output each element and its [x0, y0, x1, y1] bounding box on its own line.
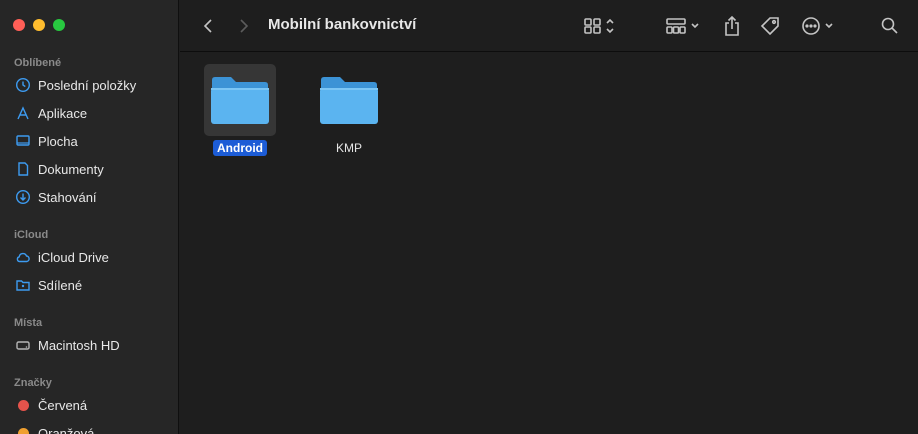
shared-folder-icon	[14, 276, 32, 294]
sidebar-item-tag-orange[interactable]: Oranžová	[14, 422, 174, 434]
clock-icon	[14, 76, 32, 94]
download-icon	[14, 188, 32, 206]
share-button[interactable]	[720, 14, 744, 38]
sidebar-item-downloads[interactable]: Stahování	[14, 186, 174, 208]
sidebar-item-label: iCloud Drive	[38, 249, 109, 265]
sidebar-item-label: Dokumenty	[38, 161, 104, 177]
search-button[interactable]	[878, 14, 902, 38]
apps-icon	[14, 104, 32, 122]
back-button[interactable]	[198, 14, 220, 38]
tag-red-dot	[14, 396, 32, 414]
share-icon	[725, 15, 739, 36]
chevron-right-icon	[240, 19, 249, 33]
sidebar-item-label: Sdílené	[38, 277, 83, 293]
minimize-button[interactable]	[33, 19, 45, 31]
window-controls	[13, 19, 65, 31]
search-icon	[881, 17, 898, 34]
close-button[interactable]	[13, 19, 25, 31]
toolbar: Mobilní bankovnictví	[180, 0, 918, 52]
sidebar-item-label: Plocha	[38, 133, 78, 149]
group-icon	[666, 18, 699, 34]
tag-button[interactable]	[758, 14, 782, 38]
folder-name: KMP	[335, 141, 362, 155]
desktop-icon	[14, 132, 32, 150]
tag-orange-dot	[14, 424, 32, 434]
grid-icon	[584, 18, 614, 34]
folder-item-kmp[interactable]: KMP	[304, 64, 394, 157]
folder-icon	[204, 64, 276, 136]
sidebar-item-label: Červená	[38, 397, 88, 413]
ellipsis-icon	[802, 17, 833, 35]
zoom-button[interactable]	[53, 19, 65, 31]
disk-icon	[14, 336, 32, 354]
section-title-favorites: Oblíbené	[14, 57, 62, 69]
section-title-tags: Značky	[14, 377, 52, 389]
cloud-icon	[14, 248, 32, 266]
sidebar-item-label: Stahování	[38, 189, 97, 205]
chevron-left-icon	[203, 19, 212, 33]
sidebar-item-label: Poslední položky	[38, 77, 137, 93]
sidebar-item-tag-red[interactable]: Červená	[14, 394, 174, 416]
sidebar-item-applications[interactable]: Aplikace	[14, 102, 174, 124]
sidebar-item-label: Aplikace	[38, 105, 88, 121]
finder-window: Oblíbené Poslední položky Aplikace Ploch…	[0, 0, 918, 434]
sidebar-item-macintosh-hd[interactable]: Macintosh HD	[14, 334, 174, 356]
sidebar-item-recents[interactable]: Poslední položky	[14, 74, 174, 96]
forward-button[interactable]	[232, 14, 254, 38]
sidebar-item-label: Oranžová	[38, 425, 95, 434]
sidebar-item-label: Macintosh HD	[38, 337, 120, 353]
folder-name: Android	[213, 140, 267, 156]
document-icon	[14, 160, 32, 178]
folder-icon	[313, 64, 385, 136]
folder-item-android[interactable]: Android	[195, 64, 285, 157]
sidebar-item-documents[interactable]: Dokumenty	[14, 158, 174, 180]
section-title-icloud: iCloud	[14, 229, 49, 241]
window-title: Mobilní bankovnictví	[268, 16, 417, 33]
tag-icon	[760, 17, 779, 36]
sidebar-item-desktop[interactable]: Plocha	[14, 130, 174, 152]
view-mode-button[interactable]	[582, 14, 618, 38]
sidebar-item-shared[interactable]: Sdílené	[14, 274, 174, 296]
section-title-locations: Místa	[14, 317, 43, 329]
file-browser: Android KMP	[180, 53, 918, 434]
group-button[interactable]	[664, 14, 704, 38]
sidebar-item-icloud-drive[interactable]: iCloud Drive	[14, 246, 174, 268]
sidebar: Oblíbené Poslední položky Aplikace Ploch…	[0, 0, 179, 434]
more-button[interactable]	[800, 14, 838, 38]
